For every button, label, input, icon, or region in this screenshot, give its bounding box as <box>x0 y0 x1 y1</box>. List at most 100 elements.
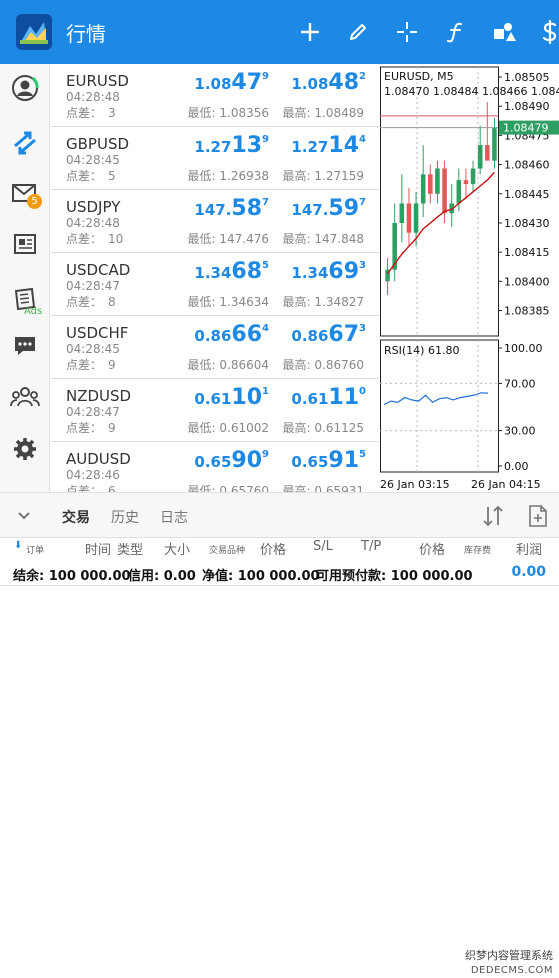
pencil-icon[interactable] <box>342 16 374 48</box>
plus-icon[interactable] <box>294 16 326 48</box>
quote-row[interactable]: GBPUSD 04:28:45 点差： 5 1.27139 1.27144 最低: 1.26… <box>51 127 379 190</box>
crosshair-icon[interactable] <box>391 16 423 48</box>
sidebar: 5 Ads <box>0 64 50 492</box>
ask-price[interactable]: 1.27144 <box>246 133 366 158</box>
tab-journal[interactable]: 日志 <box>160 507 188 527</box>
chart-title: EURUSD, M5 <box>384 70 454 83</box>
x-tick-label: 26 Jan 04:15 <box>471 478 541 491</box>
rsi-y-tick-label: 0.00 <box>504 460 529 473</box>
free-margin: 可用预付款: 100 000.00 <box>316 569 473 584</box>
quote-time: 04:28:47 <box>66 279 120 293</box>
col-time[interactable]: 时间 <box>85 539 111 558</box>
low-price: 最低: 1.26938 <box>187 169 269 183</box>
candle-body <box>492 127 497 161</box>
ask-price[interactable]: 0.65915 <box>246 448 366 473</box>
candle-body <box>413 203 419 233</box>
col-sl[interactable]: S/L <box>313 539 333 554</box>
chart-svg: 1.085051.084901.084751.084601.084451.084… <box>380 66 559 491</box>
high-price: 最高: 1.08489 <box>282 106 364 120</box>
trade-arrows-icon[interactable] <box>0 122 49 162</box>
high-price: 最高: 1.34827 <box>282 295 364 309</box>
col-order[interactable]: 订单 <box>26 543 44 556</box>
high-price: 最高: 0.86760 <box>282 358 364 372</box>
mail-icon[interactable]: 5 <box>0 173 49 213</box>
ask-price[interactable]: 0.86673 <box>246 322 366 347</box>
chart-ohlc: 1.08470 1.08484 1.08466 1.084 <box>384 85 559 98</box>
symbol-name: EURUSD <box>66 72 129 90</box>
ask-price[interactable]: 147.597 <box>246 196 366 221</box>
chevron-up-icon[interactable] <box>0 478 49 492</box>
spread-value: 10 <box>108 232 124 246</box>
col-open-price[interactable]: 价格 <box>260 539 286 558</box>
quote-row[interactable]: USDCAD 04:28:47 点差： 8 1.34685 1.34693 最低: 1.34… <box>51 253 379 316</box>
chevron-down-icon[interactable] <box>16 507 32 527</box>
spread-value: 3 <box>108 106 116 120</box>
rsi-chart-frame <box>380 339 499 473</box>
quote-row[interactable]: USDJPY 04:28:48 点差： 10 147.587 147.597 最低: 147… <box>51 190 379 253</box>
news-icon[interactable] <box>0 224 49 264</box>
quote-row[interactable]: AUDUSD 04:28:46 点差： 6 0.65909 0.65915 最低: 0.65… <box>51 442 379 492</box>
low-price: 最低: 0.86604 <box>187 358 269 372</box>
dollar-icon[interactable] <box>534 16 559 48</box>
ask-major: 1.34 <box>291 264 329 282</box>
col-tp[interactable]: T/P <box>361 539 381 554</box>
bid-major: 0.61 <box>194 390 232 408</box>
settings-icon[interactable] <box>0 429 49 469</box>
community-icon[interactable] <box>0 377 49 417</box>
col-size[interactable]: 大小 <box>164 539 190 558</box>
ask-price[interactable]: 1.34693 <box>246 259 366 284</box>
quote-row[interactable]: NZDUSD 04:28:47 点差： 9 0.61101 0.61110 最低: 0.61… <box>51 379 379 442</box>
col-type[interactable]: 类型 <box>117 539 143 558</box>
ask-major: 1.27 <box>291 138 329 156</box>
low-price: 最低: 1.08356 <box>187 106 269 120</box>
tab-history[interactable]: 历史 <box>111 507 139 527</box>
y-tick-label: 1.08400 <box>504 275 550 288</box>
chart-area[interactable]: 1.08505 1.08490 1.08475 1.08460 1.08445 1.084… <box>380 64 559 492</box>
spread-label: 点差： <box>66 358 103 372</box>
app-logo-icon[interactable] <box>16 14 52 50</box>
trade-tabs-bar: 交易 历史 日志 <box>0 492 559 538</box>
ask-fraction: 3 <box>359 323 366 334</box>
low-price: 最低: 0.61002 <box>187 421 269 435</box>
spread-label: 点差： <box>66 106 103 120</box>
function-icon[interactable] <box>440 16 472 48</box>
quote-row[interactable]: EURUSD 04:28:48 点差： 3 1.08479 1.08482 最低: 1.08… <box>51 64 379 127</box>
mail-badge: 5 <box>27 194 42 209</box>
watermark-line1: 织梦内容管理系统 <box>465 949 553 962</box>
new-order-icon[interactable] <box>528 504 548 532</box>
col-swap[interactable]: 库存费 <box>464 543 491 556</box>
ask-fraction: 0 <box>359 386 366 397</box>
tab-trade[interactable]: 交易 <box>62 507 90 527</box>
ask-fraction: 3 <box>359 260 366 271</box>
account-icon[interactable] <box>0 68 49 108</box>
current-price-label: 1.08479 <box>503 122 549 135</box>
ask-pips: 59 <box>328 196 360 221</box>
chat-icon[interactable] <box>0 325 49 365</box>
ask-pips: 14 <box>328 133 360 158</box>
spread-label: 点差： <box>66 421 103 435</box>
rsi-y-tick-label: 100.00 <box>504 342 543 355</box>
watermark: 织梦内容管理系统 DEDECMS.COM <box>447 946 559 978</box>
col-symbol[interactable]: 交易品种 <box>209 543 245 556</box>
col-current-price[interactable]: 价格 <box>419 539 445 558</box>
candle-body <box>470 168 476 185</box>
spread: 点差： 9 <box>66 356 116 373</box>
sort-down-icon[interactable]: ⬇ <box>14 540 22 551</box>
positions-column-headers: ⬇ 订单 时间 类型 大小 交易品种 价格 S/L T/P 价格 库存费 利润 <box>0 538 559 558</box>
col-profit[interactable]: 利润 <box>516 539 542 558</box>
ask-price[interactable]: 0.61110 <box>246 385 366 410</box>
spread-value: 8 <box>108 295 116 309</box>
low-price: 最低: 0.65760 <box>187 484 269 492</box>
y-tick-label: 1.08385 <box>504 305 550 318</box>
objects-icon[interactable] <box>488 16 520 48</box>
equity: 净值: 100 000.00 <box>202 569 320 584</box>
sort-icon[interactable] <box>482 505 504 531</box>
ask-price[interactable]: 1.08482 <box>246 70 366 95</box>
rsi-title: RSI(14) 61.80 <box>384 344 459 357</box>
account-summary: 结余: 100 000.00 信用: 0.00 净值: 100 000.00 可… <box>0 558 559 586</box>
quote-row[interactable]: USDCHF 04:28:45 点差： 9 0.86664 0.86673 最低: 0.86… <box>51 316 379 379</box>
ask-pips: 69 <box>328 259 360 284</box>
bid-major: 1.27 <box>194 138 232 156</box>
symbol-name: AUDUSD <box>66 450 131 468</box>
ads-icon[interactable]: Ads <box>0 276 49 324</box>
